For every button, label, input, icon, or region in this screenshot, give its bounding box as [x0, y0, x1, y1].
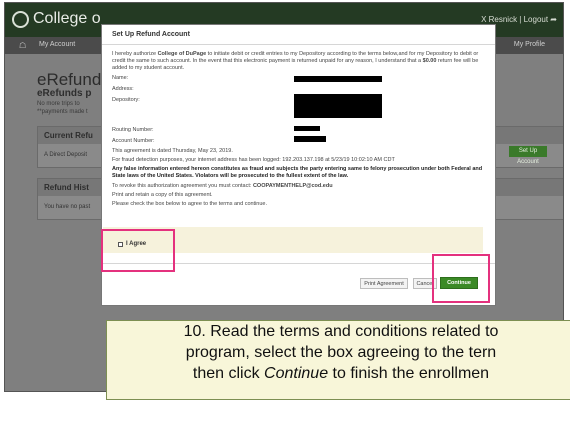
caption-line: 10. Read the terms and conditions relate…	[183, 323, 499, 340]
college-logo-text: College o	[33, 10, 101, 27]
highlight-continue-button	[432, 254, 490, 303]
home-icon[interactable]: ☖	[19, 41, 26, 50]
fraud-warning: Any false information entered hereon con…	[112, 166, 483, 179]
name-field: Name:	[112, 74, 485, 85]
nav-my-account[interactable]: My Account	[39, 41, 75, 48]
revoke-notice: To revoke this authorization agreement y…	[112, 183, 485, 190]
redacted-account	[294, 136, 326, 142]
account-label: Account Number:	[112, 138, 155, 144]
caption-line: then click Continue to finish the enroll…	[107, 363, 570, 384]
depository-label: Depository:	[112, 97, 140, 103]
fraud-ip-notice: For fraud detection purposes, your inter…	[112, 157, 395, 163]
modal-title: Set Up Refund Account	[102, 25, 495, 45]
page-note: No more trips to	[37, 101, 80, 107]
agreement-date: This agreement is dated Thursday, May 23…	[112, 148, 233, 154]
page-title: eRefund	[37, 70, 102, 89]
authorization-text: I hereby authorize College of DuPage to …	[112, 51, 485, 72]
page-subtitle: eRefunds p	[37, 88, 92, 99]
redacted-name	[294, 76, 382, 82]
caption-text: to finish the enrollmen	[328, 365, 490, 382]
caption-line: program, select the box agreeing to the …	[185, 344, 497, 361]
caption-emphasis: Continue	[264, 365, 329, 382]
highlight-agree-box	[101, 229, 175, 272]
auth-fee: $0.00	[422, 58, 437, 64]
routing-label: Routing Number:	[112, 127, 154, 133]
address-label: Address:	[112, 86, 134, 92]
caption-text: then click	[192, 365, 265, 382]
revoke-email-link[interactable]: COOPAYMENTHELP@cod.edu	[253, 183, 333, 189]
set-up-account-button[interactable]: Set Up Account	[509, 146, 547, 165]
user-logout-links[interactable]: X Resnick | Logout ➦	[481, 15, 557, 24]
nav-my-profile[interactable]: My Profile	[514, 41, 545, 48]
redacted-depository	[294, 94, 382, 118]
revoke-text: To revoke this authorization agreement y…	[112, 183, 253, 189]
college-logo-icon	[12, 11, 29, 28]
auth-org-name: College of DuPage	[157, 51, 207, 57]
depository-field: Depository:	[112, 94, 485, 126]
print-instruction: Print and retain a copy of this agreemen…	[112, 192, 213, 198]
auth-text-part: I hereby authorize	[112, 51, 158, 57]
print-agreement-button[interactable]: Print Agreement	[360, 278, 408, 289]
redacted-routing	[294, 126, 320, 131]
page-note: **payments made t	[37, 109, 88, 115]
account-field: Account Number:	[112, 136, 485, 148]
instruction-caption: 10. Read the terms and conditions relate…	[106, 320, 570, 400]
check-instruction: Please check the box below to agree to t…	[112, 201, 268, 207]
modal-body: I hereby authorize College of DuPage to …	[102, 45, 495, 216]
name-label: Name:	[112, 75, 129, 81]
